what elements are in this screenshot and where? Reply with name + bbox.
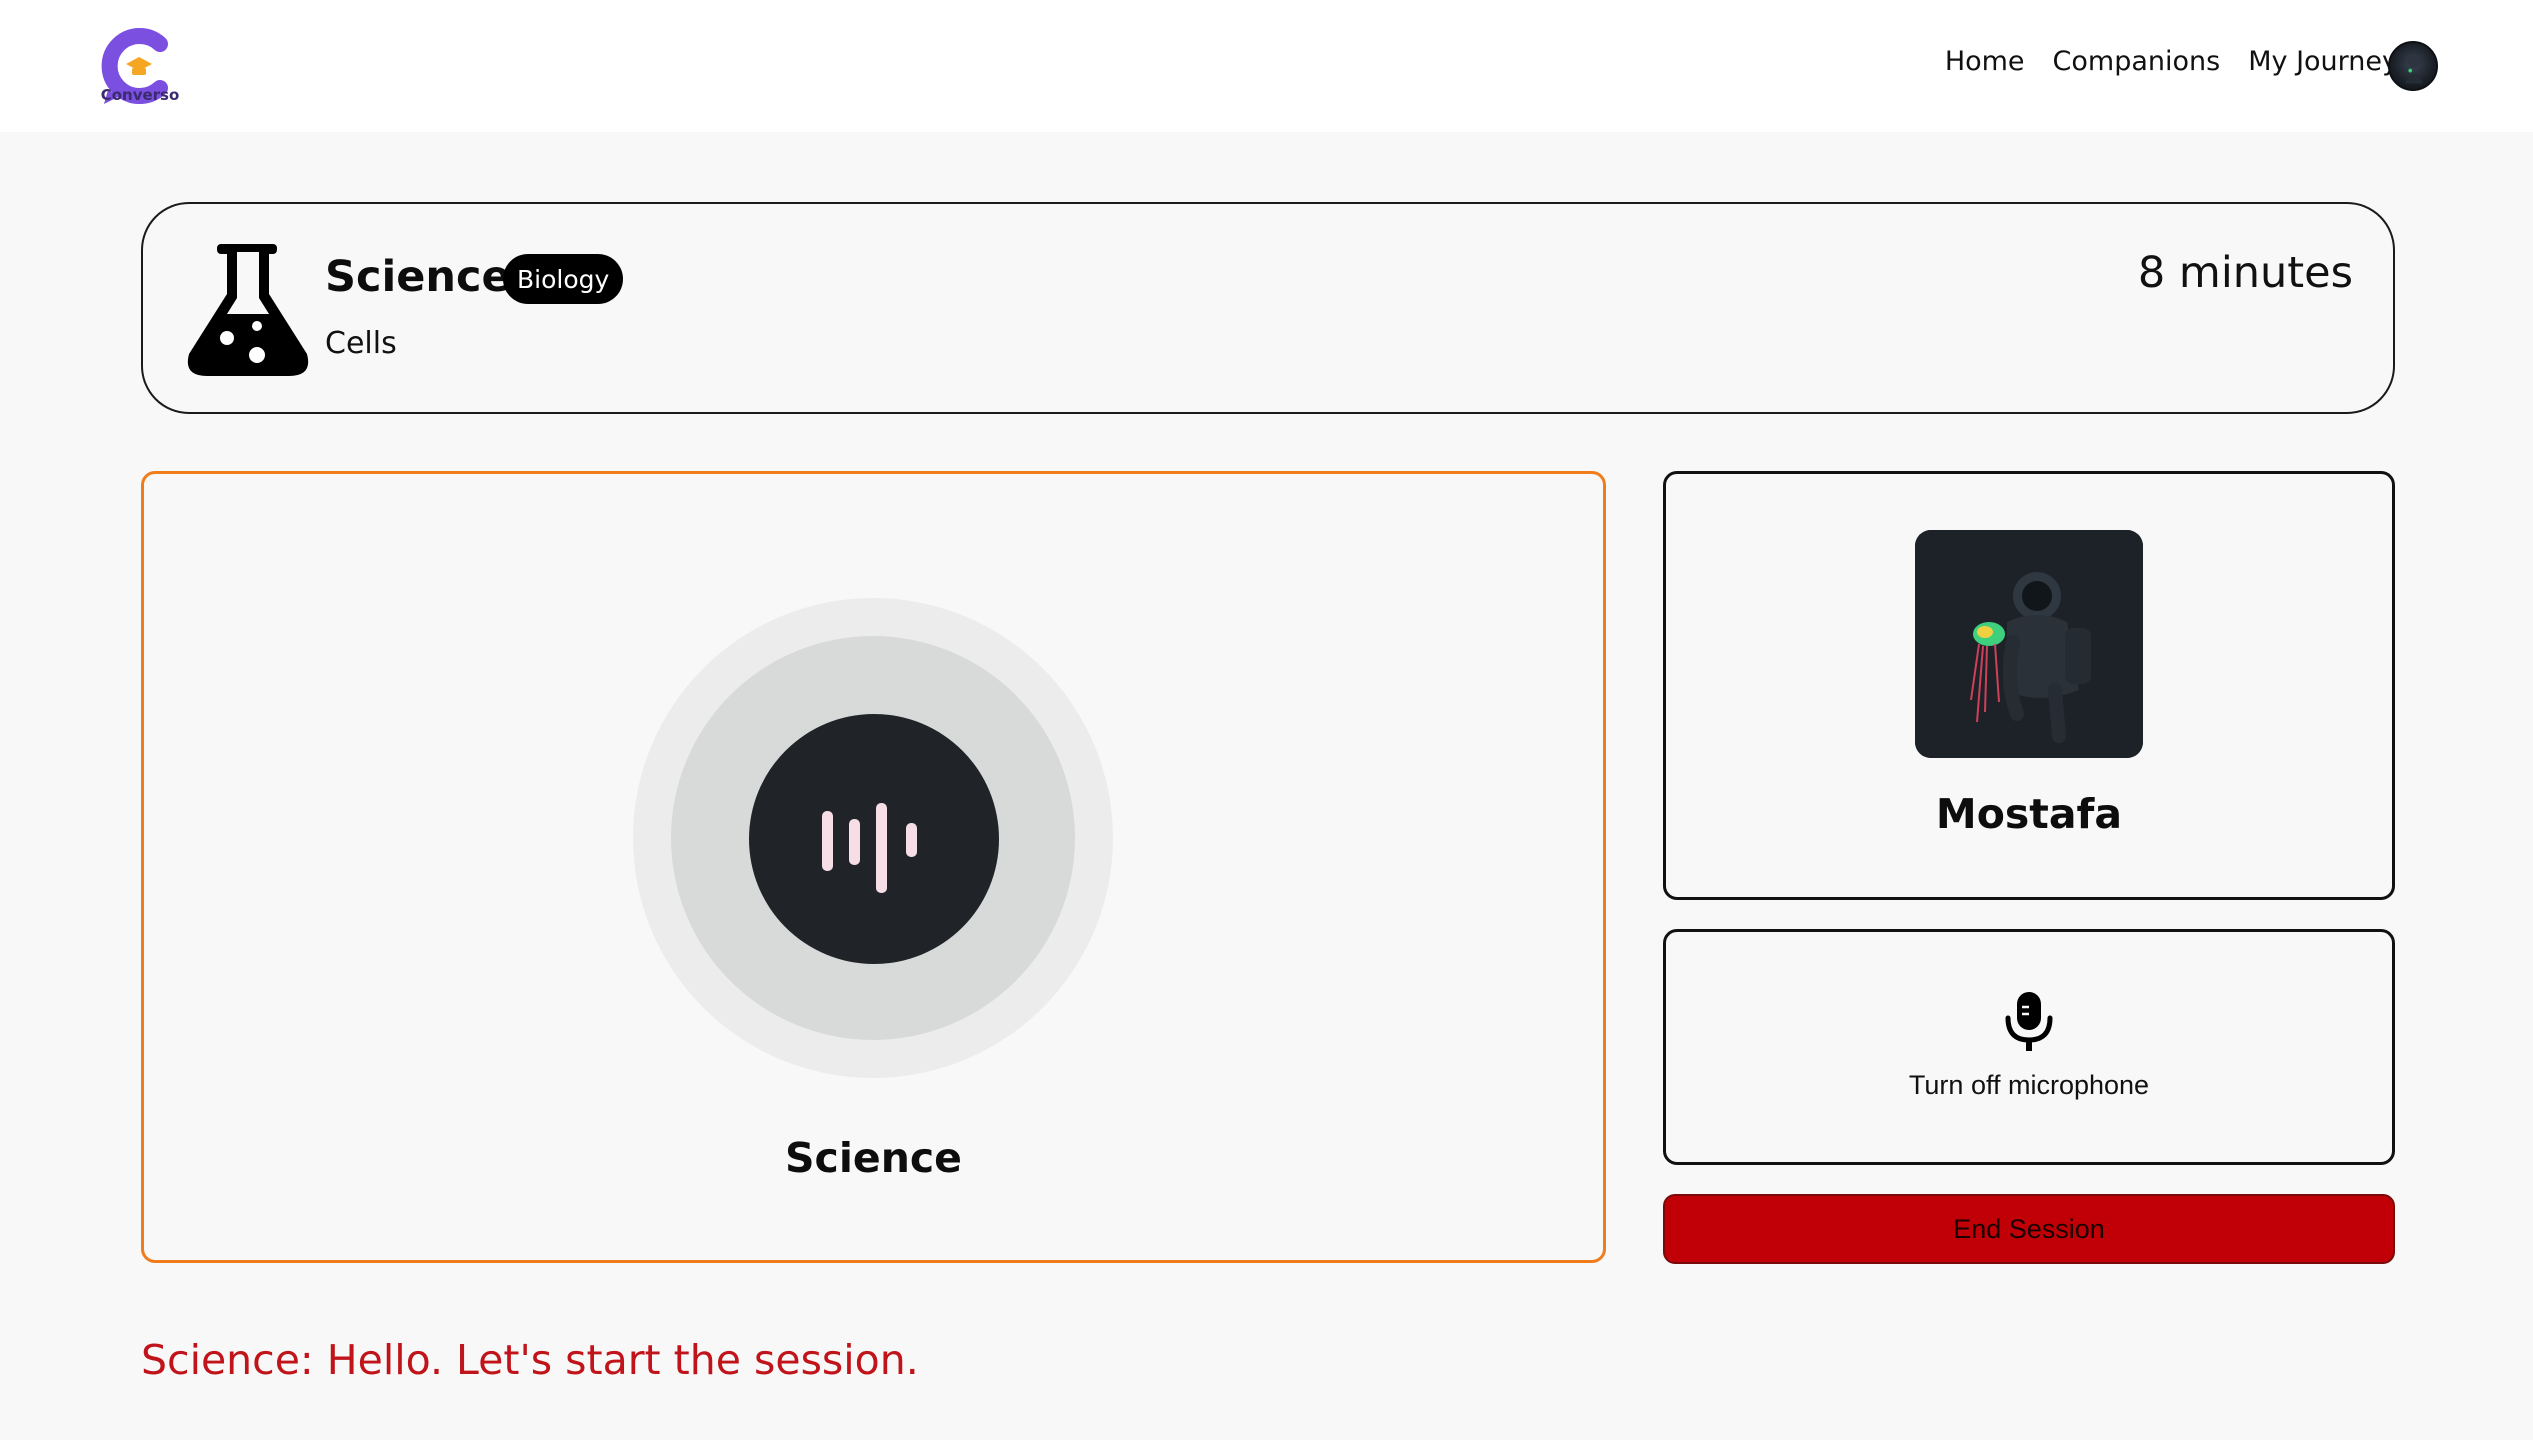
navbar: Converso Home Companions My Journey — [0, 0, 2533, 132]
end-session-button[interactable]: End Session — [1663, 1194, 2395, 1264]
flask-icon — [183, 242, 313, 378]
microphone-toggle-button[interactable]: Turn off microphone — [1663, 929, 2395, 1165]
nav-link-companions[interactable]: Companions — [2053, 46, 2221, 77]
user-name: Mostafa — [1935, 790, 2123, 838]
microphone-icon — [2003, 990, 2055, 1052]
user-avatar-image — [1915, 530, 2143, 758]
main-nav: Home Companions My Journey — [1917, 46, 2398, 77]
session-duration: 8 minutes — [2137, 248, 2353, 298]
subject-title: Science — [325, 252, 511, 302]
companion-panel: Science — [141, 471, 1606, 1263]
transcript-message: Science: Hello. Let's start the session. — [141, 1336, 919, 1384]
session-topic: Cells — [325, 326, 397, 361]
audio-wave-icon — [749, 714, 999, 964]
logo-text: Converso — [100, 86, 180, 104]
session-header-card: Science Biology Cells 8 minutes — [141, 202, 2395, 414]
nav-link-home[interactable]: Home — [1945, 46, 2025, 77]
user-avatar-button[interactable] — [2388, 41, 2438, 91]
voice-visualizer — [633, 598, 1113, 1078]
voice-visualizer-inner-ring — [671, 636, 1075, 1040]
microphone-toggle-label: Turn off microphone — [1908, 1070, 2150, 1100]
subject-badge: Biology — [503, 254, 624, 304]
nav-link-my-journey[interactable]: My Journey — [2248, 46, 2398, 77]
user-card: Mostafa — [1663, 471, 2395, 900]
companion-name: Science — [785, 1134, 962, 1182]
